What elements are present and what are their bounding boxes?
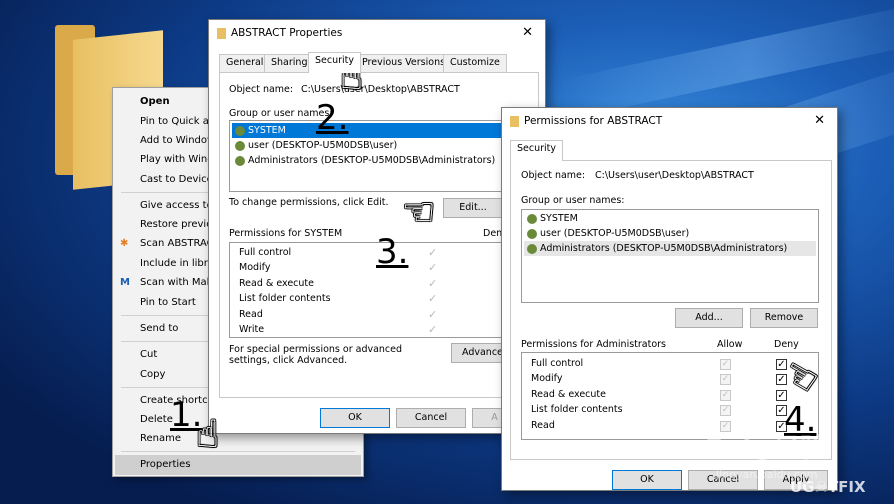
check-icon: ✓ <box>428 323 438 336</box>
group-label: Group or user names: <box>521 195 625 206</box>
perm-full-control: Full control <box>531 358 584 369</box>
perm-read: Read <box>531 420 555 431</box>
tab-customize[interactable]: Customize <box>443 54 507 72</box>
ok-button[interactable]: OK <box>612 470 682 490</box>
user-system[interactable]: SYSTEM <box>232 123 524 138</box>
add-button[interactable]: Add... <box>675 308 743 328</box>
edit-button[interactable]: Edit... <box>443 198 503 218</box>
object-name-value: C:\Users\user\Desktop\ABSTRACT <box>301 84 460 95</box>
menu-add-windows[interactable]: Add to Windov <box>140 135 213 146</box>
remove-button[interactable]: Remove <box>750 308 818 328</box>
menu-play-with[interactable]: Play with Wind <box>140 154 214 165</box>
perm-list-folder: List folder contents <box>239 293 331 304</box>
change-perm-text: To change permissions, click Edit. <box>229 197 389 208</box>
menu-pin-quick-access[interactable]: Pin to Quick ac <box>140 116 214 127</box>
baidu-watermark: Bai●经验 <box>705 434 826 464</box>
allow-checkbox: ✓ <box>720 359 731 370</box>
menu-scan[interactable]: Scan ABSTRAC <box>140 238 214 249</box>
step-3-label: 3. <box>376 232 409 272</box>
perm-list-folder: List folder contents <box>531 404 623 415</box>
allow-checkbox: ✓ <box>720 390 731 401</box>
perm-read-execute: Read & execute <box>531 389 606 400</box>
properties-window: ABSTRACT Properties ✕ General Sharing Se… <box>208 19 546 434</box>
menu-copy[interactable]: Copy <box>140 369 165 380</box>
perm-full-control: Full control <box>239 247 292 258</box>
user-list[interactable]: SYSTEM user (DESKTOP-U5M0DSB\user) Admin… <box>229 120 527 192</box>
user-group-icon <box>235 126 245 136</box>
tab-security[interactable]: Security <box>308 52 362 73</box>
tab-sharing[interactable]: Sharing <box>264 54 315 72</box>
allow-checkbox: ✓ <box>720 374 731 385</box>
menu-include-library[interactable]: Include in libra <box>140 258 214 269</box>
menu-send-to[interactable]: Send to <box>140 323 178 334</box>
allow-checkbox: ✓ <box>720 405 731 416</box>
window-title: ABSTRACT Properties <box>217 20 342 46</box>
user-group-icon <box>527 244 537 254</box>
menu-open[interactable]: Open <box>140 96 170 107</box>
user-icon <box>235 141 245 151</box>
menu-pin-start[interactable]: Pin to Start <box>140 297 196 308</box>
step-2-label: 2. <box>316 98 349 138</box>
menu-delete[interactable]: Delete <box>140 414 173 425</box>
user-icon <box>527 229 537 239</box>
perm-read-execute: Read & execute <box>239 278 314 289</box>
dialog-title: Permissions for ABSTRACT <box>510 108 662 134</box>
cancel-button[interactable]: Cancel <box>396 408 466 428</box>
user-user[interactable]: user (DESKTOP-U5M0DSB\user) <box>524 226 816 241</box>
menu-cut[interactable]: Cut <box>140 349 157 360</box>
pointer-hand-icon: ☝ <box>196 412 220 456</box>
user-administrators[interactable]: Administrators (DESKTOP-U5M0DSB\Administ… <box>524 241 816 256</box>
object-name-value: C:\Users\user\Desktop\ABSTRACT <box>595 170 754 181</box>
pointer-hand-icon: ☝ <box>397 200 442 224</box>
perm-modify: Modify <box>531 373 563 384</box>
perm-modify: Modify <box>239 262 271 273</box>
user-group-icon <box>235 156 245 166</box>
folder-icon <box>217 27 226 39</box>
perm-for-label: Permissions for SYSTEM <box>229 228 343 239</box>
special-perm-text: For special permissions or advanced sett… <box>229 344 403 366</box>
malwarebytes-icon: M <box>120 277 130 288</box>
perm-write: Write <box>239 324 265 335</box>
perm-read: Read <box>239 309 263 320</box>
user-group-icon <box>527 214 537 224</box>
permissions-list: Full control Modify Read & execute List … <box>521 352 819 440</box>
object-name-label: Object name: <box>229 84 294 95</box>
user-system[interactable]: SYSTEM <box>524 211 816 226</box>
ugetfix-logo: UG☠TFIX <box>790 478 866 496</box>
tab-previous-versions[interactable]: Previous Versions <box>355 54 453 72</box>
allow-header: Allow <box>717 339 743 350</box>
user-list[interactable]: SYSTEM user (DESKTOP-U5M0DSB\user) Admin… <box>521 209 819 303</box>
check-icon: ✓ <box>428 261 438 274</box>
close-icon[interactable]: ✕ <box>522 25 533 40</box>
menu-restore-previous[interactable]: Restore previo <box>140 219 212 230</box>
folder-icon <box>510 115 519 127</box>
check-icon: ✓ <box>428 277 438 290</box>
menu-properties[interactable]: Properties <box>140 459 191 470</box>
menu-scan-malwarebytes[interactable]: Scan with Malv <box>140 277 215 288</box>
perm-for-label: Permissions for Administrators <box>521 339 667 350</box>
tab-security[interactable]: Security <box>510 140 564 161</box>
close-icon[interactable]: ✕ <box>814 113 825 128</box>
check-icon: ✓ <box>428 246 438 259</box>
scan-icon: ✱ <box>120 238 129 249</box>
user-administrators[interactable]: Administrators (DESKTOP-U5M0DSB\Administ… <box>232 153 524 168</box>
check-icon: ✓ <box>428 292 438 305</box>
object-name-label: Object name: <box>521 170 586 181</box>
ok-button[interactable]: OK <box>320 408 390 428</box>
menu-give-access[interactable]: Give access to <box>140 200 213 211</box>
user-user[interactable]: user (DESKTOP-U5M0DSB\user) <box>232 138 524 153</box>
tab-general[interactable]: General <box>219 54 271 72</box>
menu-cast-device[interactable]: Cast to Device <box>140 174 213 185</box>
deny-header: Deny <box>774 339 799 350</box>
check-icon: ✓ <box>428 308 438 321</box>
